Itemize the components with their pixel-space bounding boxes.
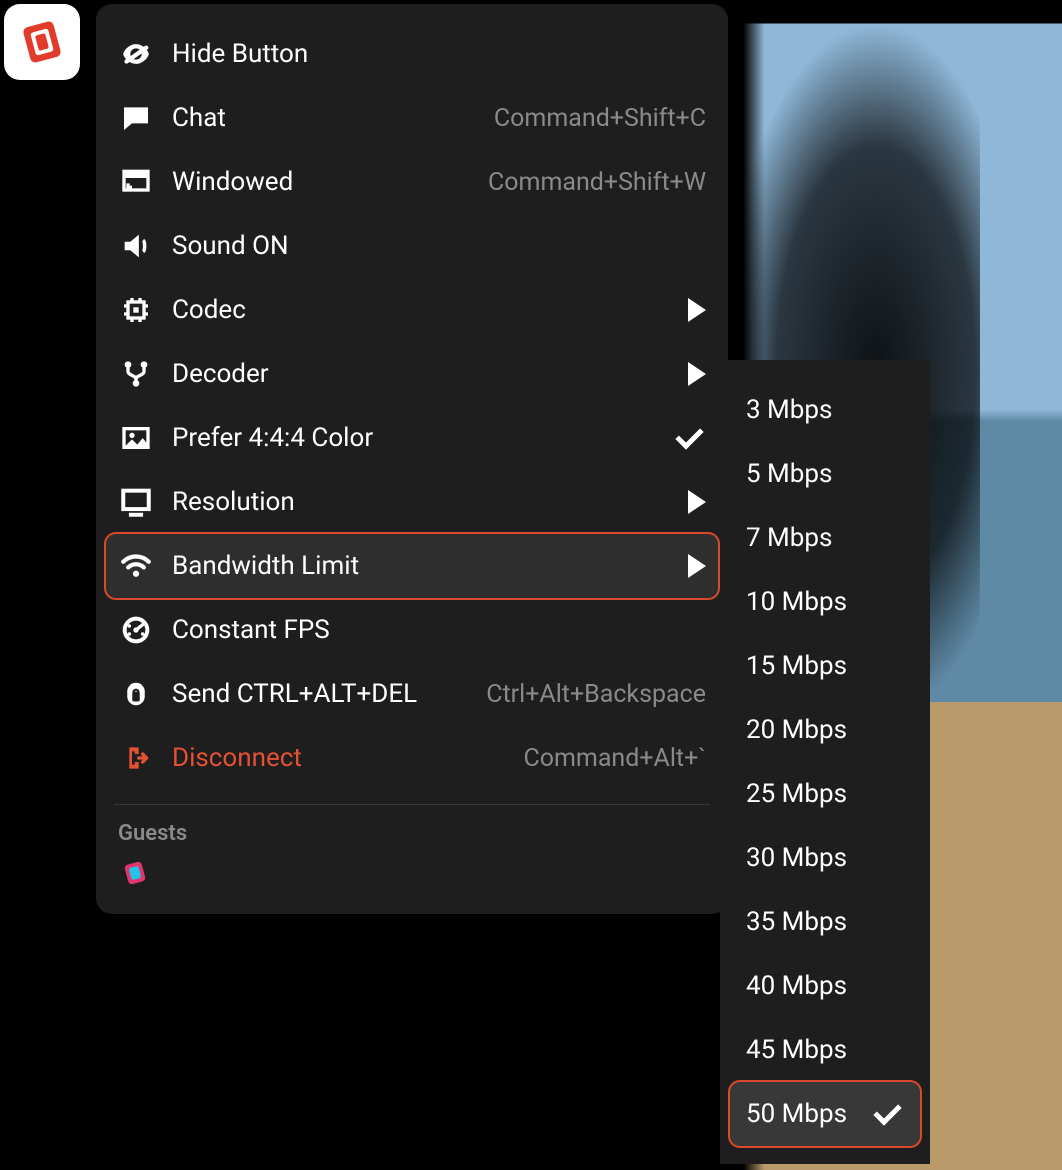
menu-item-shortcut: Command+Alt+` (507, 744, 706, 773)
bandwidth-option[interactable]: 20 Mbps (720, 698, 930, 762)
guests-header: Guests (96, 815, 728, 856)
menu-item-label: Send CTRL+ALT+DEL (172, 679, 417, 709)
menu-item-codec[interactable]: Codec (96, 278, 728, 342)
bandwidth-option[interactable]: 45 Mbps (720, 1018, 930, 1082)
menu-item-decoder[interactable]: Decoder (96, 342, 728, 406)
bandwidth-option[interactable]: 15 Mbps (720, 634, 930, 698)
menu-item-windowed[interactable]: Windowed Command+Shift+W (96, 150, 728, 214)
chevron-right-icon (688, 490, 706, 514)
menu-item-hide-button[interactable]: Hide Button (96, 22, 728, 86)
menu-item-label: Resolution (172, 487, 295, 517)
lock-icon (118, 676, 154, 712)
disconnect-icon (118, 740, 154, 776)
eye-off-icon (118, 36, 154, 72)
menu-item-label: Codec (172, 295, 246, 325)
bandwidth-submenu: 3 Mbps 5 Mbps 7 Mbps 10 Mbps 15 Mbps 20 Mbps 2… (720, 360, 930, 1164)
menu-item-shortcut: Command+Shift+W (472, 168, 706, 197)
bandwidth-option-label: 3 Mbps (746, 395, 832, 425)
bandwidth-option[interactable]: 30 Mbps (720, 826, 930, 890)
menu-item-resolution[interactable]: Resolution (96, 470, 728, 534)
chevron-right-icon (688, 298, 706, 322)
menu-item-label: Windowed (172, 167, 293, 197)
bandwidth-option-label: 45 Mbps (746, 1035, 847, 1065)
speaker-icon (118, 228, 154, 264)
bandwidth-option-label: 25 Mbps (746, 779, 847, 809)
bandwidth-option-label: 15 Mbps (746, 651, 847, 681)
bandwidth-option[interactable]: 5 Mbps (720, 442, 930, 506)
bandwidth-option-label: 7 Mbps (746, 523, 832, 553)
window-icon (118, 164, 154, 200)
bandwidth-option-label: 35 Mbps (746, 907, 847, 937)
wifi-icon (118, 548, 154, 584)
menu-item-label: Decoder (172, 359, 269, 389)
menu-item-label: Hide Button (172, 39, 308, 69)
app-launcher-button[interactable] (4, 4, 80, 80)
image-icon (118, 420, 154, 456)
bandwidth-option-label: 10 Mbps (746, 587, 847, 617)
app-logo-icon (16, 16, 68, 68)
bandwidth-option-label: 20 Mbps (746, 715, 847, 745)
bandwidth-option[interactable]: 50 Mbps (730, 1082, 920, 1146)
gauge-icon (118, 612, 154, 648)
check-icon (676, 427, 706, 449)
chevron-right-icon (688, 554, 706, 578)
bandwidth-option-label: 5 Mbps (746, 459, 832, 489)
context-menu: Hide Button Chat Command+Shift+C Windowed Co… (96, 4, 728, 914)
bandwidth-option[interactable]: 25 Mbps (720, 762, 930, 826)
bandwidth-option[interactable]: 10 Mbps (720, 570, 930, 634)
chevron-right-icon (688, 362, 706, 386)
menu-item-label: Bandwidth Limit (172, 551, 359, 581)
menu-item-sound-on[interactable]: Sound ON (96, 214, 728, 278)
guest-avatar[interactable] (118, 856, 152, 890)
menu-item-bandwidth-limit[interactable]: Bandwidth Limit (106, 534, 718, 598)
menu-item-label: Sound ON (172, 231, 289, 261)
menu-item-constant-fps[interactable]: Constant FPS (96, 598, 728, 662)
menu-item-prefer-4-4-4-color[interactable]: Prefer 4:4:4 Color (96, 406, 728, 470)
menu-item-chat[interactable]: Chat Command+Shift+C (96, 86, 728, 150)
menu-item-shortcut: Ctrl+Alt+Backspace (470, 680, 706, 709)
chat-icon (118, 100, 154, 136)
bandwidth-option[interactable]: 3 Mbps (720, 378, 930, 442)
monitor-icon (118, 484, 154, 520)
menu-item-label: Prefer 4:4:4 Color (172, 423, 373, 453)
bandwidth-option[interactable]: 7 Mbps (720, 506, 930, 570)
bandwidth-option[interactable]: 35 Mbps (720, 890, 930, 954)
menu-separator (114, 804, 710, 805)
menu-item-label: Disconnect (172, 743, 302, 773)
menu-item-shortcut: Command+Shift+C (478, 104, 706, 133)
menu-item-label: Constant FPS (172, 615, 330, 645)
bandwidth-option-label: 40 Mbps (746, 971, 847, 1001)
menu-item-send-ctrl-alt-del[interactable]: Send CTRL+ALT+DEL Ctrl+Alt+Backspace (96, 662, 728, 726)
bandwidth-option[interactable]: 40 Mbps (720, 954, 930, 1018)
chip-icon (118, 292, 154, 328)
fork-icon (118, 356, 154, 392)
menu-item-label: Chat (172, 103, 226, 133)
bandwidth-option-label: 50 Mbps (746, 1099, 847, 1129)
check-icon (874, 1103, 904, 1125)
menu-item-disconnect[interactable]: Disconnect Command+Alt+` (96, 726, 728, 790)
bandwidth-option-label: 30 Mbps (746, 843, 847, 873)
